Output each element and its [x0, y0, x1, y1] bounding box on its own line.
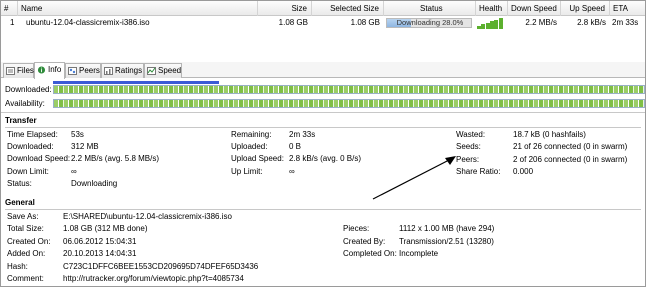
tab-speed-label: Speed [158, 66, 182, 75]
health-bars-icon [477, 18, 503, 29]
status-text: Downloading 28.0% [396, 18, 464, 27]
hash-value: C723C1DFFC6BEE1553CD209695D74DFEF65D3436 [63, 262, 259, 271]
files-icon [6, 67, 15, 75]
time-elapsed-label: Time Elapsed: [7, 130, 58, 139]
save-as-value: E:\SHARED\ubuntu-12.04-classicremix-i386… [63, 212, 232, 221]
upload-speed-label: Upload Speed: [231, 154, 284, 163]
time-elapsed-value: 53s [71, 130, 84, 139]
general-section-title: General [5, 198, 35, 207]
comment-value: http://rutracker.org/forum/viewtopic.php… [63, 274, 244, 283]
peers-icon [68, 67, 77, 75]
total-size-value: 1.08 GB (312 MB done) [63, 224, 148, 233]
status-label: Status: [7, 179, 32, 188]
column-status[interactable]: Status [384, 1, 476, 16]
down-limit-label: Down Limit: [7, 167, 49, 176]
column-health[interactable]: Health [476, 1, 508, 16]
created-on-value: 06.06.2012 15:04:31 [63, 237, 137, 246]
added-on-label: Added On: [7, 249, 46, 258]
share-ratio-value: 0.000 [513, 167, 534, 176]
added-on-value: 20.10.2013 14:04:31 [63, 249, 137, 258]
down-limit-value: ∞ [71, 167, 77, 176]
torrent-window: # Name Size Selected Size Status Health … [0, 0, 646, 287]
row-name: ubuntu-12.04-classicremix-i386.iso [26, 18, 150, 27]
column-up-speed[interactable]: Up Speed [561, 1, 610, 16]
wasted-label: Wasted: [456, 130, 486, 139]
tab-ratings-label: Ratings [115, 66, 143, 75]
annotation-arrow-icon [372, 156, 456, 200]
tab-info[interactable]: Info [34, 62, 65, 79]
detail-tabs: Files Info Peers Ratings Speed [1, 62, 645, 79]
pieces-label: Pieces: [343, 224, 370, 233]
divider [5, 127, 641, 128]
comment-label: Comment: [7, 274, 44, 283]
status-progress-bar: Downloading 28.0% [386, 18, 472, 28]
column-index[interactable]: # [1, 1, 18, 16]
downloaded-label: Downloaded: [7, 142, 54, 151]
created-on-label: Created On: [7, 237, 51, 246]
seeds-value: 21 of 26 connected (0 in swarm) [513, 142, 628, 151]
row-down-speed: 2.2 MB/s [525, 18, 557, 27]
row-eta: 2m 33s [612, 18, 639, 27]
health-bar [498, 18, 503, 29]
ratings-icon [104, 67, 113, 75]
tab-peers[interactable]: Peers [65, 63, 101, 78]
save-as-label: Save As: [7, 212, 39, 221]
created-by-value: Transmission/2.51 (13280) [399, 237, 494, 246]
download-speed-label: Download Speed: [7, 154, 71, 163]
uploaded-label: Uploaded: [231, 142, 268, 151]
torrent-row[interactable]: 1 ubuntu-12.04-classicremix-i386.iso 1.0… [1, 16, 645, 30]
downloaded-label: Downloaded: [5, 85, 52, 94]
downloaded-progress-line [53, 81, 219, 84]
column-eta[interactable]: ETA [610, 1, 645, 16]
uploaded-value: 0 B [289, 142, 302, 151]
row-up-speed: 2.8 kB/s [577, 18, 606, 27]
peers-value: 2 of 206 connected (0 in swarm) [513, 155, 628, 164]
completed-on-value: Incomplete [399, 249, 439, 258]
row-selected-size: 1.08 GB [350, 18, 380, 27]
tab-files-label: Files [17, 66, 34, 75]
completed-on-label: Completed On: [343, 249, 397, 258]
column-selected-size[interactable]: Selected Size [312, 1, 384, 16]
share-ratio-label: Share Ratio: [456, 167, 501, 176]
remaining-label: Remaining: [231, 130, 272, 139]
wasted-value: 18.7 kB (0 hashfails) [513, 130, 586, 139]
downloaded-value: 312 MB [71, 142, 99, 151]
hash-label: Hash: [7, 262, 28, 271]
created-by-label: Created By: [343, 237, 386, 246]
status-value: Downloading [71, 179, 118, 188]
divider [1, 112, 645, 113]
divider [5, 209, 641, 210]
tab-info-label: Info [48, 65, 62, 74]
up-limit-value: ∞ [289, 167, 295, 176]
pieces-value: 1112 x 1.00 MB (have 294) [399, 224, 495, 233]
column-size[interactable]: Size [258, 1, 312, 16]
row-size: 1.08 GB [278, 18, 308, 27]
availability-label: Availability: [5, 99, 45, 108]
tab-speed[interactable]: Speed [144, 63, 182, 78]
row-index: 1 [10, 18, 15, 27]
speed-icon [147, 67, 156, 75]
column-name[interactable]: Name [18, 1, 258, 16]
tab-files[interactable]: Files [3, 63, 34, 78]
total-size-label: Total Size: [7, 224, 44, 233]
remaining-value: 2m 33s [289, 130, 316, 139]
info-icon [37, 66, 46, 74]
up-limit-label: Up Limit: [231, 167, 263, 176]
download-speed-value: 2.2 MB/s (avg. 5.8 MB/s) [71, 154, 160, 163]
column-down-speed[interactable]: Down Speed [508, 1, 561, 16]
torrent-list-header: # Name Size Selected Size Status Health … [1, 1, 645, 16]
availability-pieces-bar [53, 99, 645, 108]
tab-peers-label: Peers [79, 66, 100, 75]
tab-ratings[interactable]: Ratings [101, 63, 144, 78]
upload-speed-value: 2.8 kB/s (avg. 0 B/s) [289, 154, 362, 163]
transfer-section-title: Transfer [5, 116, 37, 125]
downloaded-pieces-bar [53, 85, 645, 94]
